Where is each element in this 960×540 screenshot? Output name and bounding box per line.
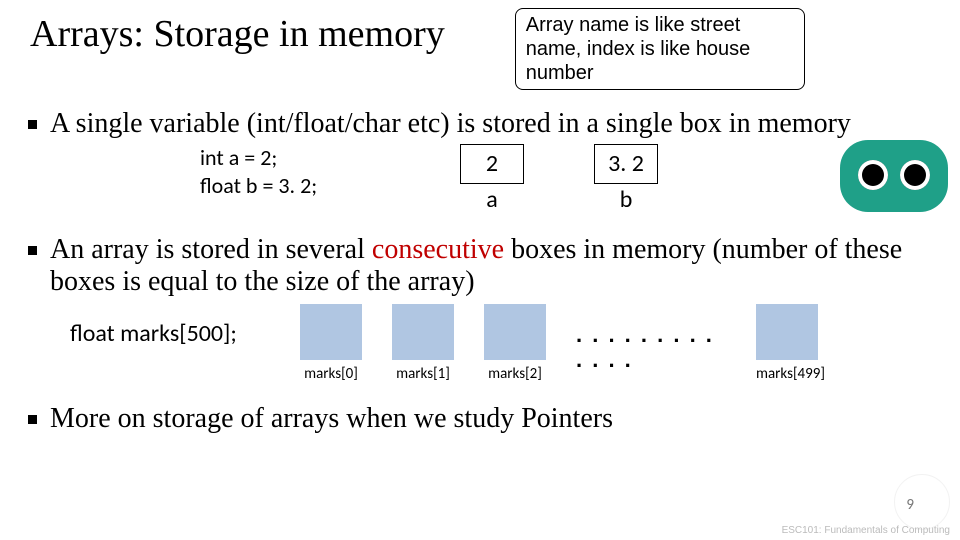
- bullet-2-highlight: consecutive: [372, 234, 504, 265]
- watermark-text: ESC101: Fundamentals of Computing: [782, 525, 950, 536]
- array-cell-2: marks[2]: [484, 304, 546, 383]
- array-label-1: marks[1]: [392, 366, 454, 383]
- bullet-3: More on storage of arrays when we study …: [28, 403, 940, 435]
- bullet-3-text: More on storage of arrays when we study …: [50, 403, 613, 434]
- array-label-2: marks[2]: [484, 366, 546, 383]
- code-line-1: int a = 2;: [200, 144, 400, 172]
- array-cell-last: marks[499]: [756, 304, 825, 383]
- var-box-a: 2 a: [460, 144, 524, 214]
- bullet-1-text: A single variable (int/float/char etc) i…: [50, 108, 851, 139]
- var-box-a-label: a: [460, 186, 524, 214]
- bullet-2: An array is stored in several consecutiv…: [28, 234, 940, 384]
- code-block-1: int a = 2; float b = 3. 2;: [200, 144, 400, 199]
- array-cell-1: marks[1]: [392, 304, 454, 383]
- array-label-0: marks[0]: [300, 366, 362, 383]
- watermark-logo: [894, 474, 950, 530]
- array-declaration: float marks[500];: [70, 304, 300, 348]
- bullet-2-pre: An array is stored in several: [50, 234, 372, 265]
- ellipsis-dots: . . . . . . . . . . . . .: [576, 304, 726, 373]
- robot-icon: [840, 140, 948, 212]
- array-cell-0: marks[0]: [300, 304, 362, 383]
- var-box-b-label: b: [594, 186, 658, 214]
- callout-box: Array name is like street name, index is…: [515, 8, 805, 90]
- bullet-1: A single variable (int/float/char etc) i…: [28, 108, 940, 214]
- array-boxes: marks[0] marks[1] marks[2] . . . . . . .…: [300, 304, 825, 383]
- array-label-last: marks[499]: [756, 366, 825, 383]
- var-box-b: 3. 2 b: [594, 144, 658, 214]
- slide-title: Arrays: Storage in memory: [20, 8, 445, 56]
- var-box-b-value: 3. 2: [594, 144, 658, 184]
- var-box-a-value: 2: [460, 144, 524, 184]
- code-line-2: float b = 3. 2;: [200, 172, 400, 200]
